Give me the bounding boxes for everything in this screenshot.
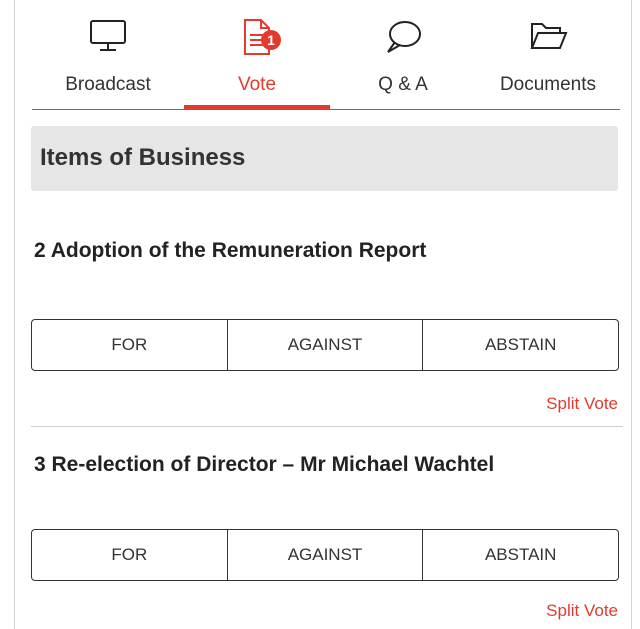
tab-qa[interactable]: Q & A <box>330 0 476 109</box>
divider <box>31 426 623 427</box>
section-header: Items of Business <box>31 126 618 191</box>
vote-for-button[interactable]: FOR <box>32 530 227 580</box>
split-vote-link[interactable]: Split Vote <box>546 394 618 414</box>
vote-options: FOR AGAINST ABSTAIN <box>31 319 619 371</box>
tab-broadcast[interactable]: Broadcast <box>32 0 184 109</box>
vote-against-button[interactable]: AGAINST <box>226 530 423 580</box>
split-vote-link[interactable]: Split Vote <box>546 601 618 621</box>
vote-abstain-button[interactable]: ABSTAIN <box>422 320 618 370</box>
folder-open-icon <box>528 18 568 59</box>
monitor-icon <box>88 18 128 59</box>
vote-for-button[interactable]: FOR <box>32 320 227 370</box>
vote-options: FOR AGAINST ABSTAIN <box>31 529 619 581</box>
tab-label: Broadcast <box>65 74 151 95</box>
vote-abstain-button[interactable]: ABSTAIN <box>422 530 618 580</box>
business-item-title: 2 Adoption of the Remuneration Report <box>34 239 427 262</box>
active-tab-indicator <box>184 105 330 109</box>
tab-documents[interactable]: Documents <box>476 0 620 109</box>
tab-vote[interactable]: 1 Vote <box>184 0 330 109</box>
tab-bar: Broadcast 1 Vote Q & A Documents <box>32 0 620 110</box>
tab-label: Documents <box>499 74 597 95</box>
section-title: Items of Business <box>40 144 246 171</box>
business-item-title: 3 Re-election of Director – Mr Michael W… <box>34 453 495 476</box>
vote-against-button[interactable]: AGAINST <box>226 320 423 370</box>
speech-bubble-icon <box>383 18 423 61</box>
notification-badge: 1 <box>261 30 281 50</box>
tab-label: Vote <box>237 74 277 95</box>
tab-label: Q & A <box>378 74 428 95</box>
